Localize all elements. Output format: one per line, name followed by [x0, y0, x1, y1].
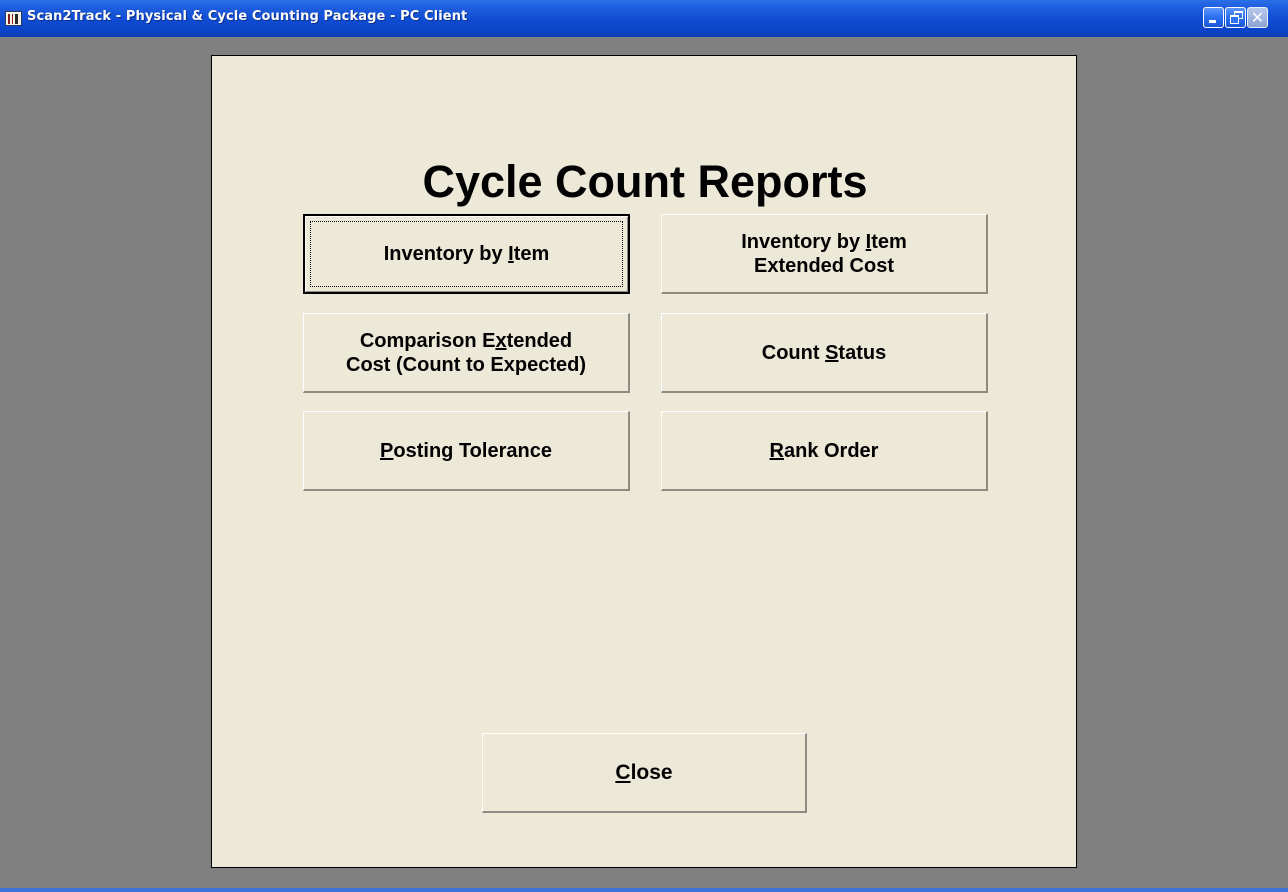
comparison-extended-cost-button[interactable]: Comparison Extended Cost (Count to Expec…	[303, 313, 630, 393]
button-label: Inventory by Item Extended Cost	[741, 230, 907, 277]
button-label: Count Status	[761, 341, 887, 364]
title-bar[interactable]: Scan2Track - Physical & Cycle Counting P…	[0, 0, 1288, 37]
minimize-button[interactable]	[1203, 7, 1224, 28]
posting-tolerance-button[interactable]: Posting Tolerance	[303, 411, 630, 491]
button-label: Rank Order	[769, 439, 879, 462]
close-icon: ✕	[1250, 8, 1265, 27]
minimize-icon	[1209, 20, 1216, 23]
close-button-label: Close	[615, 760, 673, 784]
page-title: Cycle Count Reports	[422, 156, 868, 207]
button-label: Posting Tolerance	[380, 439, 552, 462]
window-title: Scan2Track - Physical & Cycle Counting P…	[27, 9, 468, 24]
button-label: Inventory by Item	[383, 243, 550, 265]
app-icon[interactable]	[5, 11, 22, 26]
inventory-by-item-button[interactable]: Inventory by Item	[303, 214, 630, 294]
taskbar-edge	[0, 888, 1288, 892]
close-window-button[interactable]: ✕	[1247, 7, 1268, 28]
restore-button[interactable]	[1225, 7, 1246, 28]
inventory-by-item-extended-cost-button[interactable]: Inventory by Item Extended Cost	[661, 214, 988, 294]
rank-order-button[interactable]: Rank Order	[661, 411, 988, 491]
button-label: Comparison Extended Cost (Count to Expec…	[346, 329, 586, 376]
close-button[interactable]: Close	[482, 733, 807, 813]
count-status-button[interactable]: Count Status	[661, 313, 988, 393]
